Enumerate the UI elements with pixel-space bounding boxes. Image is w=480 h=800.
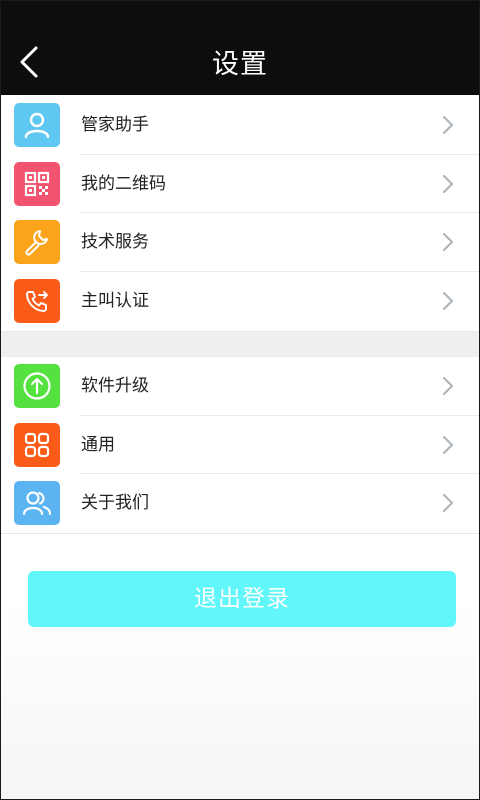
setting-item-general[interactable]: 通用 [1,416,479,475]
app-screen: 设置 管家助手 我的二维码 技术服务 主叫认证 软件升级 通用 关于我们 退出登… [0,0,480,800]
title-bar: 设置 [1,1,479,95]
icon-tile [14,220,60,265]
setting-label: 软件升级 [81,376,149,396]
icon-tile [14,278,60,323]
icon-tile [14,481,60,526]
setting-item-caller-auth[interactable]: 主叫认证 [1,272,479,331]
chevron-right-icon [442,376,454,396]
chevron-right-icon [442,233,454,252]
qrcode-icon [24,171,50,196]
section-divider [1,332,479,356]
setting-item-qrcode[interactable]: 我的二维码 [1,155,479,214]
setting-item-tech-service[interactable]: 技术服务 [1,213,479,272]
wrench-icon [25,230,48,256]
chevron-right-icon [442,435,454,454]
setting-item-assistant[interactable]: 管家助手 [1,96,479,155]
icon-tile [14,422,60,467]
page-title: 设置 [212,49,268,80]
icon-tile [14,364,60,408]
icon-tile [14,103,60,147]
upgrade-arrow-icon [23,372,51,400]
setting-item-upgrade[interactable]: 软件升级 [1,357,479,416]
setting-item-about[interactable]: 关于我们 [1,474,479,533]
setting-label: 我的二维码 [81,173,166,194]
setting-label: 关于我们 [81,493,149,514]
chevron-right-icon [442,174,454,193]
phone-forward-icon [26,290,48,312]
settings-group-other: 软件升级 通用 关于我们 [1,356,479,534]
settings-group-main: 管家助手 我的二维码 技术服务 主叫认证 [1,96,479,332]
chevron-right-icon [442,291,454,310]
setting-label: 通用 [81,434,115,455]
setting-label: 技术服务 [81,232,149,253]
setting-label: 主叫认证 [81,290,149,311]
logout-button[interactable]: 退出登录 [28,571,456,627]
grid-icon [24,432,50,457]
setting-label: 管家助手 [81,115,149,135]
chevron-right-icon [442,494,454,513]
users-icon [22,491,52,516]
chevron-right-icon [442,115,454,135]
user-icon [24,112,50,139]
icon-tile [14,161,60,206]
